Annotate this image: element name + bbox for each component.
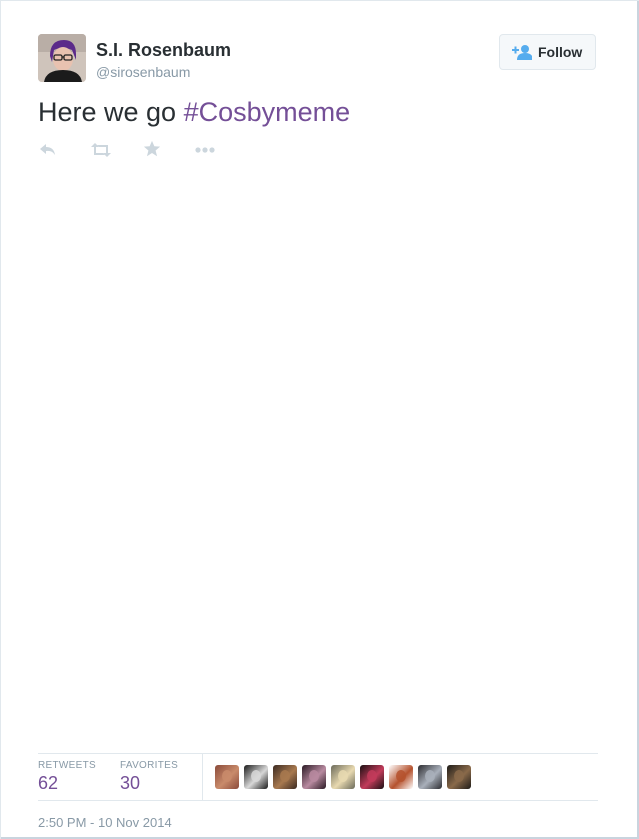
retweet-icon xyxy=(90,140,116,160)
retweets-label: RETWEETS xyxy=(38,760,96,771)
tweet-timestamp[interactable]: 2:50 PM - 10 Nov 2014 xyxy=(38,815,172,830)
user-avatar[interactable] xyxy=(38,34,86,82)
favorite-icon xyxy=(143,140,169,158)
favorite-button[interactable] xyxy=(143,140,169,162)
reply-icon xyxy=(38,140,64,160)
favoriter-avatar-7[interactable] xyxy=(389,765,413,789)
retweets-count[interactable]: 62 xyxy=(38,773,58,794)
follow-button-label: Follow xyxy=(538,44,583,60)
follow-user-icon xyxy=(512,44,533,65)
tweet-text: Here we go #Cosbymeme xyxy=(38,97,350,128)
favoriter-face xyxy=(425,770,435,782)
retweet-button[interactable] xyxy=(90,140,116,162)
more-button[interactable] xyxy=(194,140,220,162)
favoriter-avatar-3[interactable] xyxy=(273,765,297,789)
tweet-text-body: Here we go xyxy=(38,97,184,127)
favoriter-face xyxy=(222,770,232,782)
favoriter-face xyxy=(396,770,406,782)
favorites-label: FAVORITES xyxy=(120,760,179,771)
favoriter-face xyxy=(454,770,464,782)
favoriter-face xyxy=(309,770,319,782)
favoriter-face xyxy=(280,770,290,782)
more-icon xyxy=(194,140,220,160)
stats-vertical-divider xyxy=(202,754,203,800)
tweet-hashtag-link[interactable]: #Cosbymeme xyxy=(184,97,351,127)
favoriter-avatar-9[interactable] xyxy=(447,765,471,789)
stats-divider-top xyxy=(38,753,598,754)
favoriter-avatar-6[interactable] xyxy=(360,765,384,789)
favoriter-face xyxy=(367,770,377,782)
user-handle[interactable]: @sirosenbaum xyxy=(96,64,190,80)
frame-border-left xyxy=(0,0,1,839)
favoriter-avatar-8[interactable] xyxy=(418,765,442,789)
user-name[interactable]: S.I. Rosenbaum xyxy=(96,40,231,61)
favoriter-avatar-4[interactable] xyxy=(302,765,326,789)
favorites-count[interactable]: 30 xyxy=(120,773,140,794)
stats-divider-bottom xyxy=(38,800,598,801)
favoriter-avatar-2[interactable] xyxy=(244,765,268,789)
frame-border-top xyxy=(0,0,639,1)
favoriter-face xyxy=(251,770,261,782)
favoriter-avatar-1[interactable] xyxy=(215,765,239,789)
favoriter-avatar-5[interactable] xyxy=(331,765,355,789)
reply-button[interactable] xyxy=(38,140,64,162)
favoriter-face xyxy=(338,770,348,782)
follow-button[interactable]: Follow xyxy=(499,34,596,70)
